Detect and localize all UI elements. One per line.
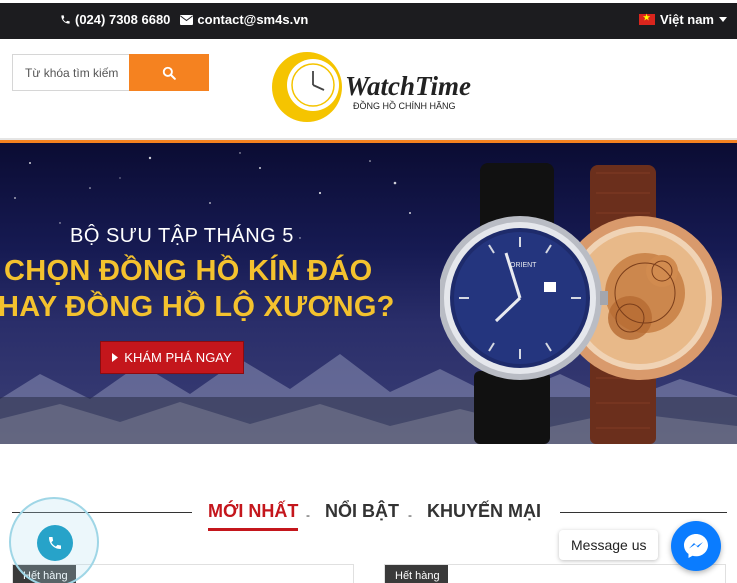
explore-now-label: KHÁM PHÁ NGAY: [124, 350, 232, 365]
watchtime-logo: WatchTime ĐỒNG HỒ CHÍNH HÃNG: [272, 52, 471, 122]
header: WatchTime ĐỒNG HỒ CHÍNH HÃNG: [0, 39, 737, 140]
banner-headline-2: HAY ĐỒNG HỒ LỘ XƯƠNG?: [0, 291, 395, 323]
banner-headline-1: CHỌN ĐỒNG HỒ KÍN ĐÁO: [4, 255, 373, 287]
phone-number: (024) 7308 6680: [75, 12, 171, 27]
svg-text:WatchTime: WatchTime: [345, 71, 471, 101]
phone-icon: [61, 15, 70, 24]
out-of-stock-badge: Hết hàng: [385, 565, 448, 583]
caret-right-icon: [112, 353, 119, 362]
tab-featured[interactable]: NỔI BẬT: [325, 501, 399, 522]
search-input[interactable]: [12, 54, 129, 91]
watch-brand-text: ORIENT: [510, 262, 537, 269]
hero-banner[interactable]: BỘ SƯU TẬP THÁNG 5 CHỌN ĐỒNG HỒ KÍN ĐÁO …: [0, 143, 737, 444]
explore-now-button[interactable]: KHÁM PHÁ NGAY: [100, 341, 244, 374]
tab-separator: -: [306, 508, 310, 522]
vietnam-flag-icon: [639, 13, 656, 25]
call-button[interactable]: [37, 525, 73, 561]
top-bar: (024) 7308 6680 contact@sm4s.vn Việt nam: [0, 0, 737, 39]
site-logo[interactable]: WatchTime ĐỒNG HỒ CHÍNH HÃNG: [271, 49, 471, 125]
svg-text:ĐỒNG HỒ CHÍNH HÃNG: ĐỒNG HỒ CHÍNH HÃNG: [353, 100, 456, 111]
messenger-icon: [684, 534, 708, 558]
phone-contact[interactable]: (024) 7308 6680: [60, 12, 170, 27]
envelope-icon: [180, 14, 194, 25]
product-card[interactable]: Hết hàng: [384, 564, 726, 583]
page: (024) 7308 6680 contact@sm4s.vn Việt nam: [0, 0, 737, 583]
product-tabs: MỚI NHẤT - NỔI BẬT - KHUYẾN MẠI: [12, 495, 727, 535]
search-button[interactable]: [129, 54, 209, 91]
search-form: [12, 54, 209, 91]
tabs-line-right: [560, 512, 727, 513]
email-contact[interactable]: contact@sm4s.vn: [180, 12, 308, 27]
tab-newest[interactable]: MỚI NHẤT: [208, 501, 299, 531]
search-icon: [162, 66, 176, 80]
language-label: Việt nam: [660, 12, 714, 27]
phone-icon: [49, 537, 61, 549]
tab-separator: -: [408, 508, 412, 522]
tab-promotions[interactable]: KHUYẾN MẠI: [427, 501, 541, 522]
messenger-button[interactable]: [671, 521, 721, 571]
messenger-label[interactable]: Message us: [559, 530, 659, 560]
contact-info: (024) 7308 6680 contact@sm4s.vn: [60, 12, 308, 27]
watches-image: ORIENT: [440, 163, 722, 444]
email-address: contact@sm4s.vn: [197, 12, 309, 27]
language-selector[interactable]: Việt nam: [639, 12, 727, 27]
banner-subtitle: BỘ SƯU TẬP THÁNG 5: [70, 225, 294, 247]
caret-down-icon: [719, 17, 727, 22]
